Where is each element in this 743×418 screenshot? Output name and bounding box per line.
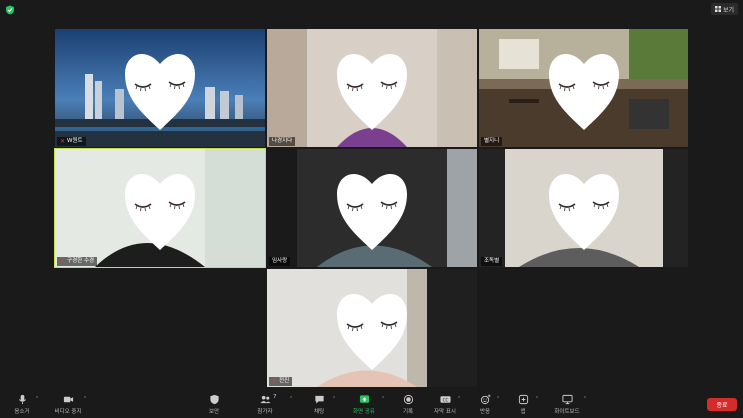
- captions-button[interactable]: CC 자막 표시: [430, 394, 460, 418]
- participant-tile[interactable]: 임사랑: [267, 149, 477, 267]
- heart-face-cover: [548, 173, 619, 250]
- record-button[interactable]: 기록: [398, 394, 418, 418]
- chat-bubble-icon: [314, 395, 324, 404]
- apps-label: 앱: [520, 409, 526, 415]
- heart-face-cover: [337, 293, 407, 370]
- participants-options-caret[interactable]: ⌃: [289, 396, 293, 402]
- participant-name: 조독별: [484, 258, 500, 264]
- participant-name-tag: 임사랑: [269, 257, 291, 266]
- participant-name: 구경한 수경: [67, 258, 95, 264]
- apps-button[interactable]: 앱: [515, 394, 531, 418]
- heart-face-cover: [337, 53, 407, 131]
- participant-tile[interactable]: ✕ 전진: [267, 269, 477, 387]
- muted-mic-icon: ✕: [60, 258, 66, 265]
- participants-count: 7: [273, 394, 277, 400]
- muted-mic-icon: ✕: [60, 138, 66, 145]
- participants-label: 참가자: [257, 409, 273, 415]
- shield-icon: [209, 394, 219, 405]
- mute-options-caret[interactable]: ⌃: [35, 396, 39, 402]
- participant-tile-active-speaker[interactable]: ✕ 구경한 수경: [54, 148, 266, 268]
- video-options-caret[interactable]: ⌃: [83, 396, 87, 402]
- mute-button[interactable]: 음소거: [10, 394, 34, 418]
- muted-mic-icon: ✕: [272, 378, 278, 385]
- caption-label: 자막 표시: [434, 409, 456, 415]
- share-label: 화면 공유: [353, 409, 375, 415]
- meeting-toolbar: 음소거 ⌃ 비디오 중지 ⌃ 보안 참가자 7 ⌃ 채팅 ⌃ 화면 공유 ⌃ 기…: [0, 392, 743, 418]
- record-icon: [403, 394, 413, 405]
- whiteboard-options-caret[interactable]: ⌃: [583, 396, 587, 402]
- participant-name-tag: ✕ 구경한 수경: [57, 257, 98, 266]
- smiley-plus-icon: [480, 394, 491, 405]
- shield-icon[interactable]: [5, 5, 15, 15]
- participant-tile[interactable]: ✕ W원트: [55, 29, 265, 147]
- participant-name-tag: ✕ W원트: [57, 137, 86, 146]
- video-camera-icon: [63, 396, 73, 403]
- participant-tile[interactable]: 나경지다: [267, 29, 477, 147]
- zoom-meeting-window: 보기 ✕ W원트 나경지다 별지니 ✕ 구경한 수경 임사랑 조독별 ✕ 전진 …: [0, 0, 743, 418]
- reactions-options-caret[interactable]: ⌃: [496, 396, 500, 402]
- caption-options-caret[interactable]: ⌃: [457, 396, 461, 402]
- stop-video-button[interactable]: 비디오 중지: [50, 394, 86, 418]
- end-meeting-button[interactable]: 종료: [707, 398, 737, 411]
- security-button[interactable]: 보안: [204, 394, 224, 418]
- heart-face-cover: [125, 173, 195, 250]
- view-label: 보기: [722, 6, 734, 14]
- heart-face-cover: [125, 53, 195, 131]
- apps-icon: [518, 394, 528, 405]
- share-screen-icon: [359, 395, 369, 403]
- reactions-button[interactable]: 반응: [475, 394, 495, 418]
- apps-options-caret[interactable]: ⌃: [535, 396, 539, 402]
- chat-label: 채팅: [313, 409, 325, 415]
- chat-button[interactable]: 채팅: [309, 394, 329, 418]
- participant-name: 별지니: [484, 138, 500, 144]
- people-icon: [259, 395, 271, 404]
- share-screen-button[interactable]: 화면 공유: [348, 394, 380, 418]
- svg-text:CC: CC: [442, 397, 448, 402]
- security-label: 보안: [208, 409, 220, 415]
- participant-name-tag: ✕ 전진: [269, 377, 293, 386]
- participant-name-tag: 나경지다: [269, 137, 296, 146]
- video-label: 비디오 중지: [54, 409, 82, 415]
- participant-name-tag: 별지니: [481, 137, 503, 146]
- heart-face-cover: [548, 53, 619, 131]
- chat-options-caret[interactable]: ⌃: [332, 396, 336, 402]
- participant-name-tag: 조독별: [481, 257, 503, 266]
- grid-icon: [714, 6, 721, 12]
- participant-name: 전진: [279, 378, 290, 384]
- mute-label: 음소거: [14, 409, 30, 415]
- heart-face-cover: [337, 173, 407, 250]
- whiteboard-icon: [561, 394, 573, 405]
- share-options-caret[interactable]: ⌃: [381, 396, 385, 402]
- participant-tile[interactable]: 조독별: [479, 149, 688, 267]
- cc-icon: CC: [439, 396, 451, 403]
- participant-name: W원트: [67, 138, 83, 144]
- participant-tile[interactable]: 별지니: [479, 29, 688, 147]
- view-button[interactable]: 보기: [710, 3, 738, 15]
- whiteboard-label: 화이트보드: [554, 409, 580, 415]
- microphone-icon: [18, 394, 26, 405]
- participant-name: 나경지다: [272, 138, 293, 144]
- whiteboard-button[interactable]: 화이트보드: [552, 394, 582, 418]
- reactions-label: 반응: [479, 409, 491, 415]
- participant-name: 임사랑: [272, 258, 288, 264]
- record-label: 기록: [402, 409, 414, 415]
